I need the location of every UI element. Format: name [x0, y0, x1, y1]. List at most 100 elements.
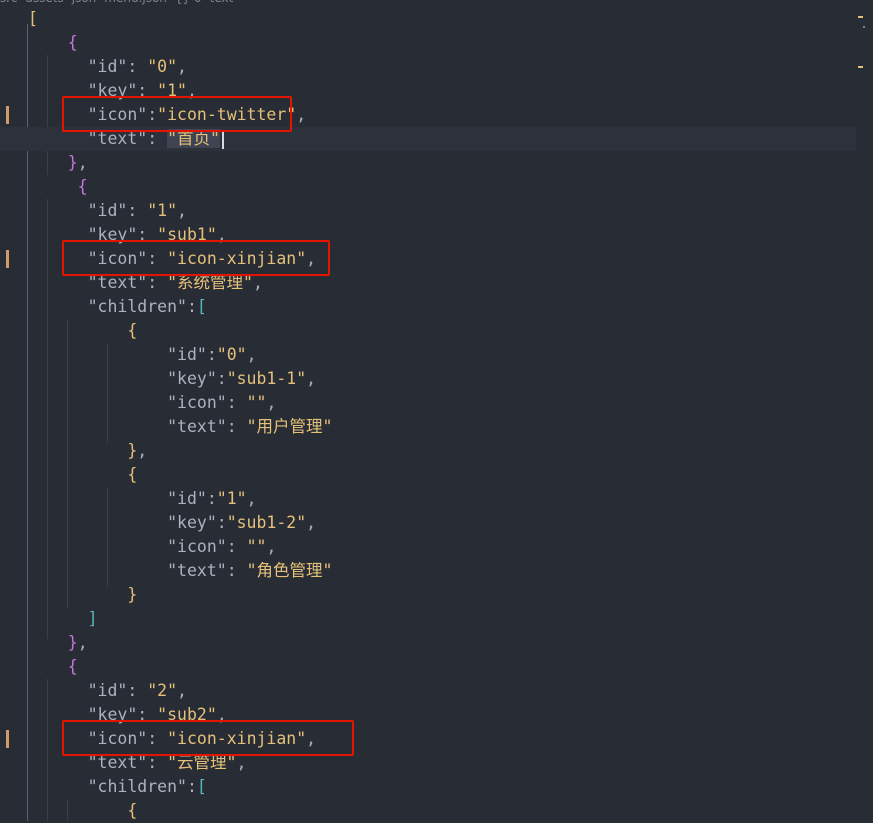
code-token: "icon" — [167, 537, 227, 556]
code-line[interactable]: "id":"0", — [0, 343, 856, 367]
code-line[interactable]: "text": "角色管理" — [0, 559, 856, 583]
code-token: , — [246, 489, 257, 508]
code-line[interactable]: "text": "用户管理" — [0, 415, 856, 439]
code-token: "" — [246, 393, 267, 412]
code-token: , — [177, 57, 187, 76]
code-token: { — [127, 321, 138, 340]
code-line[interactable]: }, — [0, 151, 856, 175]
code-token: , — [246, 345, 257, 364]
code-token: , — [266, 537, 277, 556]
code-line[interactable]: { — [0, 463, 856, 487]
code-editor[interactable]: [ { "id": "0", "key": "1", "icon":"icon-… — [0, 0, 873, 821]
code-token: } — [67, 153, 78, 172]
code-token: "sub1-1" — [226, 369, 307, 388]
code-line[interactable]: { — [0, 799, 856, 823]
code-token: "children" — [87, 297, 187, 316]
code-token: { — [67, 33, 78, 52]
code-token: "0" — [147, 57, 178, 76]
code-token: } — [127, 441, 138, 460]
code-token: { — [67, 657, 78, 676]
text-cursor — [221, 130, 224, 149]
modified-line-marker — [6, 106, 9, 124]
code-token: , — [266, 393, 277, 412]
code-line[interactable]: "id": "2", — [0, 679, 856, 703]
code-token: { — [127, 801, 138, 820]
code-line[interactable]: "id": "0", — [0, 55, 856, 79]
code-line[interactable]: } — [0, 583, 856, 607]
code-token: : — [216, 369, 227, 388]
code-line[interactable]: }, — [0, 439, 856, 463]
code-token: , — [177, 201, 187, 220]
code-line[interactable]: { — [0, 655, 856, 679]
code-line[interactable]: "id": "1", — [0, 199, 856, 223]
code-token: "id" — [167, 345, 207, 364]
code-token: { — [67, 177, 88, 196]
code-line[interactable]: "key":"sub1-1", — [0, 367, 856, 391]
code-token: "" — [246, 537, 267, 556]
code-line[interactable]: "icon": "", — [0, 535, 856, 559]
code-token: [ — [28, 9, 38, 28]
code-token: : — [127, 681, 148, 700]
annotation-highlight-box — [62, 96, 292, 132]
code-token: , — [306, 513, 317, 532]
code-line[interactable]: }, — [0, 631, 856, 655]
code-token: [ — [196, 777, 207, 796]
code-line[interactable]: "children":[ — [0, 295, 856, 319]
annotation-highlight-box — [62, 720, 354, 756]
code-token: } — [127, 585, 138, 604]
minimap-dot — [863, 26, 865, 28]
code-line[interactable]: { — [0, 175, 856, 199]
code-token: : — [226, 561, 247, 580]
code-token: : — [226, 537, 247, 556]
code-token: : — [186, 297, 197, 316]
annotation-highlight-box — [62, 240, 330, 276]
code-token: : — [127, 57, 148, 76]
code-line[interactable]: ] — [0, 607, 856, 631]
code-line[interactable]: "id":"1", — [0, 487, 856, 511]
code-line[interactable]: "icon": "", — [0, 391, 856, 415]
code-token: "2" — [147, 681, 178, 700]
code-line[interactable]: [ — [0, 7, 856, 31]
code-token: "0" — [216, 345, 247, 364]
code-token: } — [67, 633, 78, 652]
code-token: , — [296, 105, 307, 124]
code-token: "id" — [167, 489, 207, 508]
code-token: "id" — [87, 201, 128, 220]
code-token: "children" — [87, 777, 187, 796]
code-line[interactable]: { — [0, 319, 856, 343]
code-token: , — [177, 681, 187, 700]
code-token: , — [77, 633, 88, 652]
code-line[interactable]: "key":"sub1-2", — [0, 511, 856, 535]
code-token: : — [206, 489, 217, 508]
code-token: "key" — [167, 369, 217, 388]
code-token: : — [127, 201, 148, 220]
code-line[interactable]: "children":[ — [0, 775, 856, 799]
code-token: "1" — [216, 489, 247, 508]
minimap-marker — [858, 66, 863, 68]
code-token: [ — [196, 297, 207, 316]
code-token: , — [306, 369, 317, 388]
modified-line-marker — [6, 250, 9, 268]
code-line[interactable]: { — [0, 31, 856, 55]
